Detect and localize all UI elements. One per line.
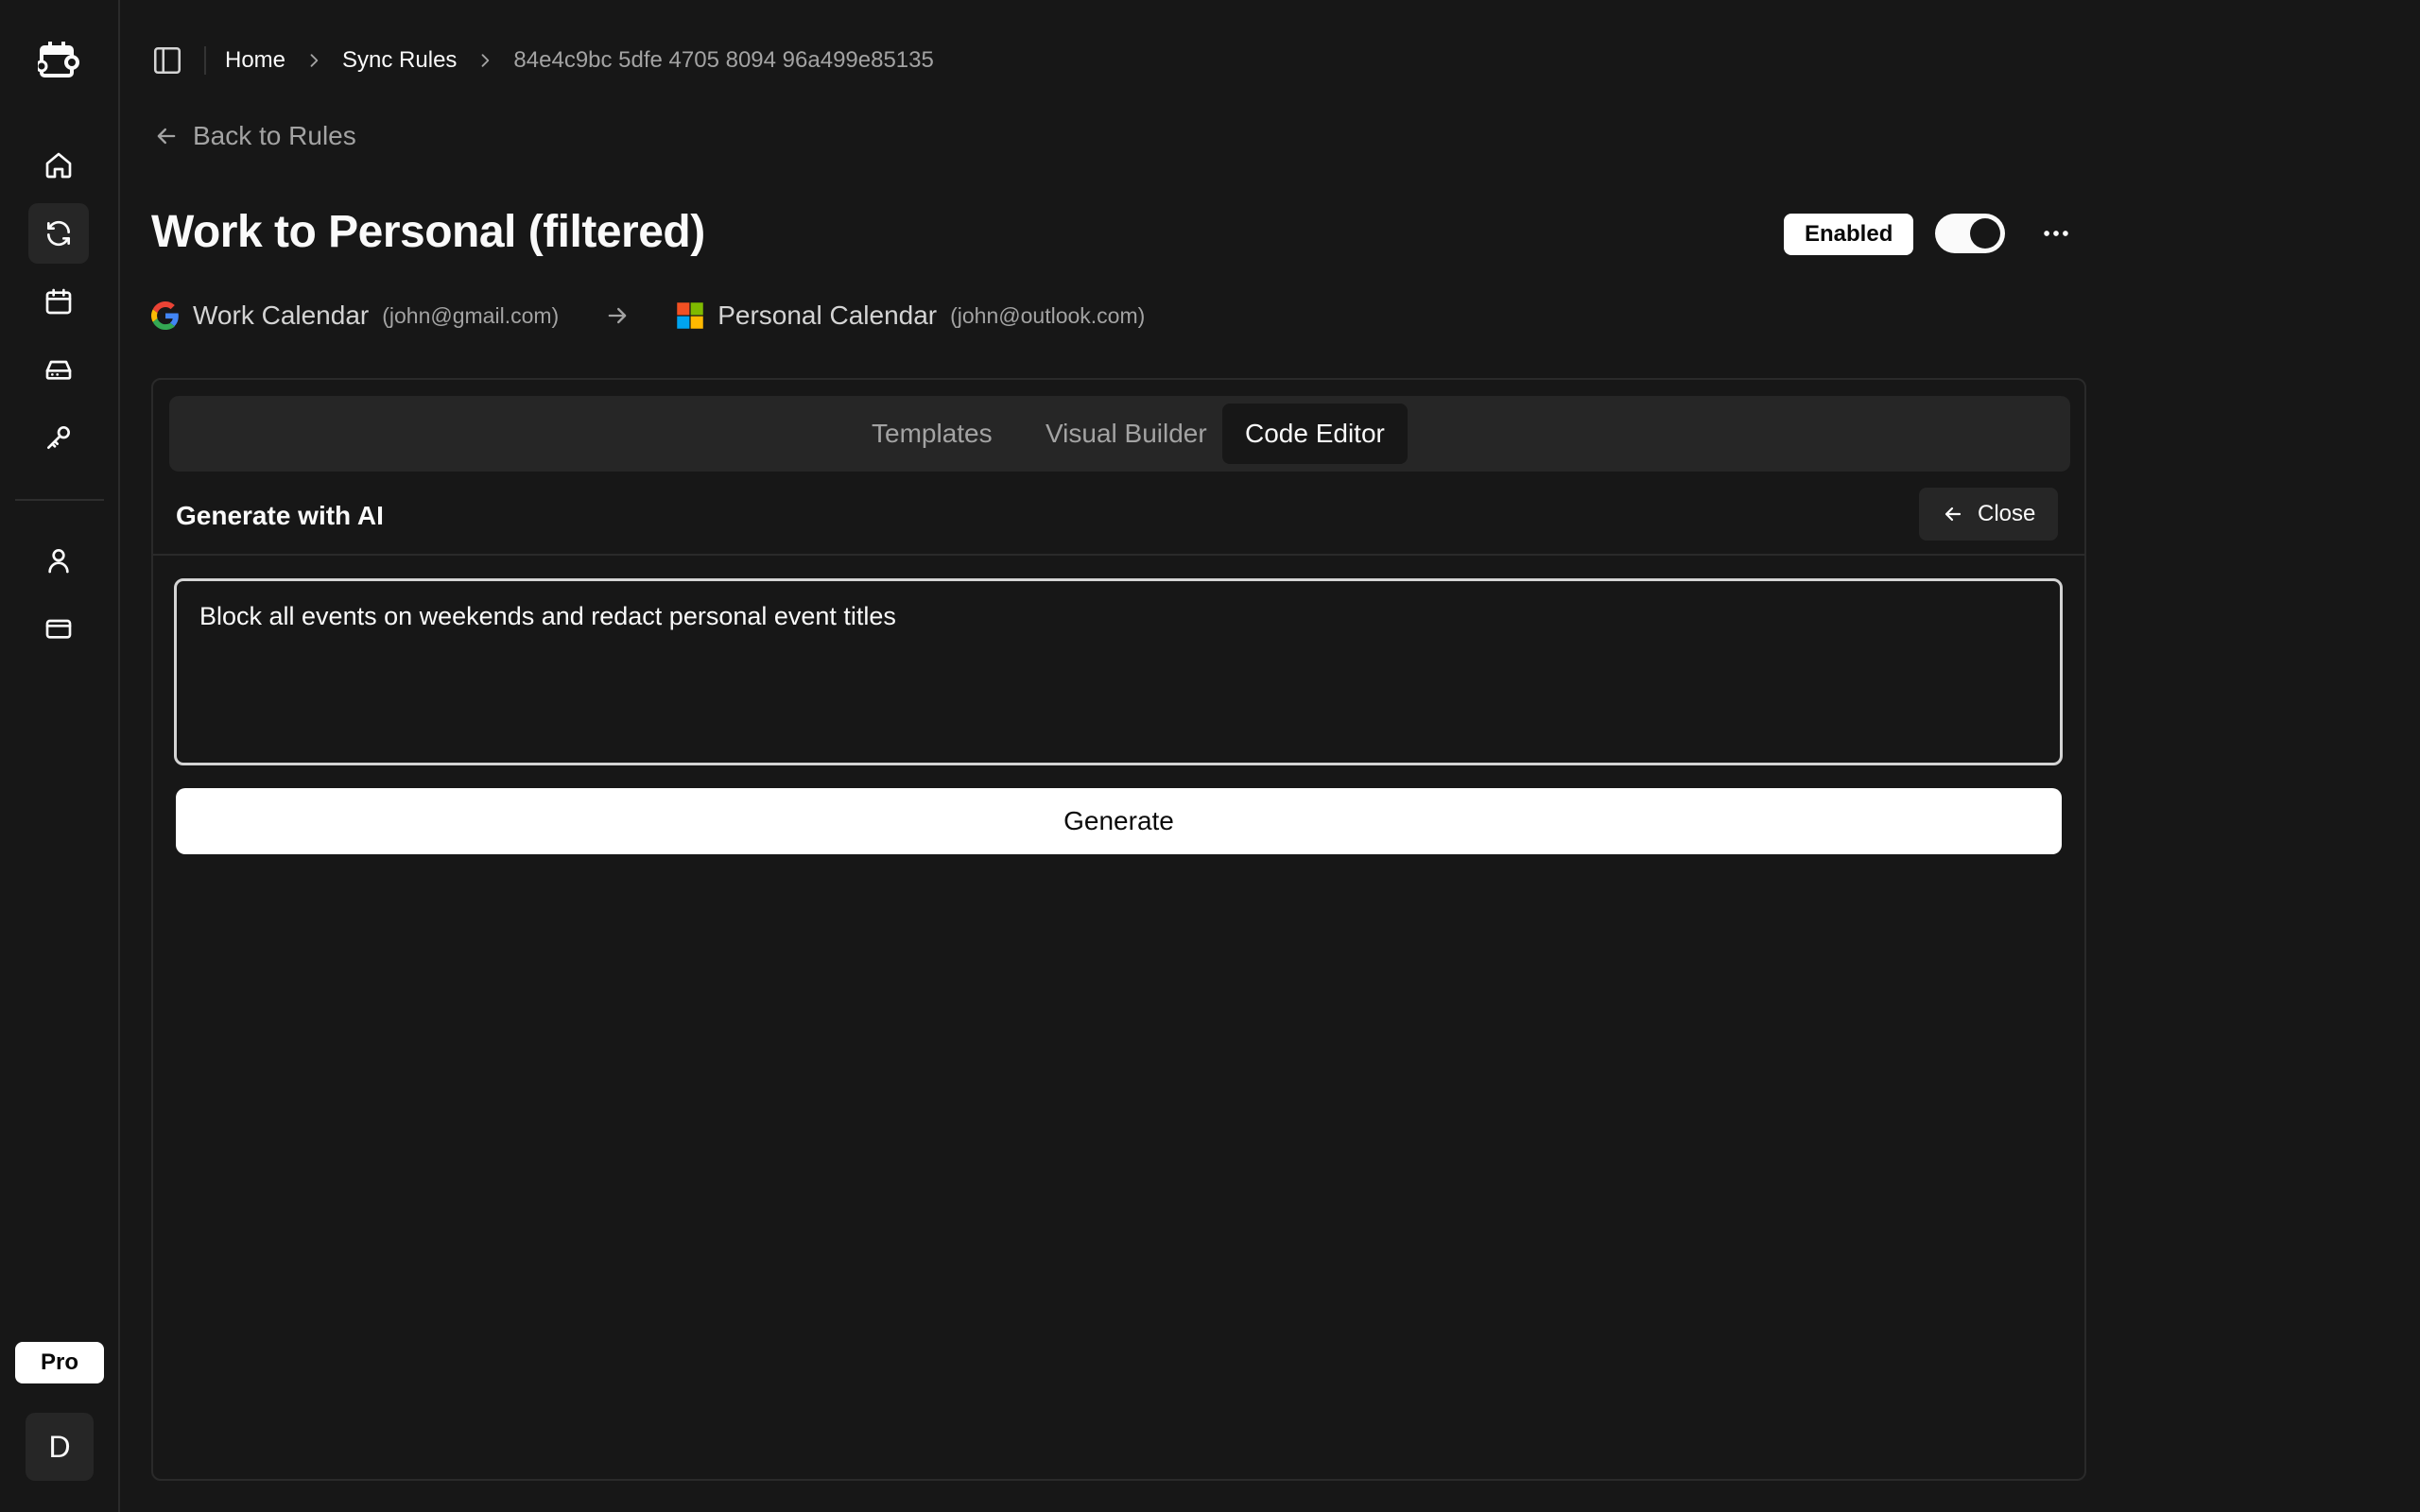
chevron-right-icon (482, 54, 490, 67)
breadcrumb-sync-rules[interactable]: Sync Rules (342, 47, 457, 74)
app-logo-icon[interactable] (38, 40, 79, 81)
nav-sync-rules[interactable] (28, 203, 89, 264)
breadcrumb-home[interactable]: Home (225, 47, 285, 74)
close-button[interactable]: Close (1919, 488, 2059, 541)
nav-api-keys[interactable] (28, 407, 89, 468)
arrow-left-icon (1945, 507, 1962, 522)
sync-icon (47, 220, 70, 247)
nav-calendars[interactable] (28, 271, 89, 332)
home-icon (45, 152, 72, 179)
tab-templates[interactable]: Templates (849, 404, 1015, 464)
toolbar-separator (204, 46, 206, 75)
generate-button[interactable]: Generate (176, 788, 2062, 854)
sidebar: Pro D (0, 0, 120, 1512)
ai-section-title: Generate with AI (176, 501, 384, 530)
rule-editor-panel: Templates Visual Builder Code Editor Gen… (151, 378, 2086, 1481)
back-to-rules-link[interactable]: Back to Rules (153, 121, 356, 151)
status-badge: Enabled (1784, 214, 1914, 255)
close-label: Close (1978, 501, 2036, 526)
tab-visual-builder[interactable]: Visual Builder (1023, 404, 1230, 464)
credit-card-icon (45, 619, 72, 639)
page-title: Work to Personal (filtered) (151, 207, 705, 257)
breadcrumb-current: 84e4c9bc 5dfe 4705 8094 96a499e85135 (513, 47, 934, 73)
destination-calendar-name: Personal Calendar (717, 301, 938, 330)
destination-calendar-email: (john@outlook.com) (950, 302, 1146, 328)
toggle-knob (1970, 218, 2000, 249)
more-options-icon[interactable] (2040, 217, 2072, 249)
nav-account[interactable] (28, 530, 89, 591)
nav-storage[interactable] (28, 339, 89, 400)
arrow-left-icon (157, 128, 176, 145)
arrow-right-icon (608, 307, 627, 324)
nav-billing[interactable] (28, 598, 89, 659)
tab-code-editor[interactable]: Code Editor (1222, 404, 1408, 464)
avatar[interactable]: D (26, 1413, 94, 1481)
ai-header: Generate with AI Close (153, 484, 2084, 556)
microsoft-icon (677, 302, 703, 329)
sidebar-toggle-icon[interactable] (151, 44, 183, 77)
editor-tabs: Templates Visual Builder Code Editor (169, 396, 2070, 472)
google-icon (151, 301, 179, 330)
user-icon (48, 549, 69, 574)
key-icon (47, 426, 70, 449)
source-calendar-name: Work Calendar (193, 301, 370, 330)
plan-badge[interactable]: Pro (15, 1342, 104, 1383)
ai-prompt-input[interactable]: Block all events on weekends and redact … (174, 578, 2063, 765)
calendar-route: Work Calendar (john@gmail.com) Personal … (151, 297, 1145, 335)
calendar-icon (45, 288, 72, 315)
source-calendar-email: (john@gmail.com) (382, 302, 560, 328)
app: Pro D Home Sync Rules 84e4c9bc 5dfe 4705… (0, 0, 2420, 1512)
chevron-right-icon (310, 54, 319, 67)
nav-home[interactable] (28, 135, 89, 196)
drive-icon (45, 360, 72, 380)
back-to-rules-label: Back to Rules (193, 121, 356, 150)
breadcrumb: Home Sync Rules 84e4c9bc 5dfe 4705 8094 … (151, 42, 934, 79)
enabled-toggle[interactable] (1935, 214, 2005, 253)
sidebar-divider (15, 499, 104, 501)
